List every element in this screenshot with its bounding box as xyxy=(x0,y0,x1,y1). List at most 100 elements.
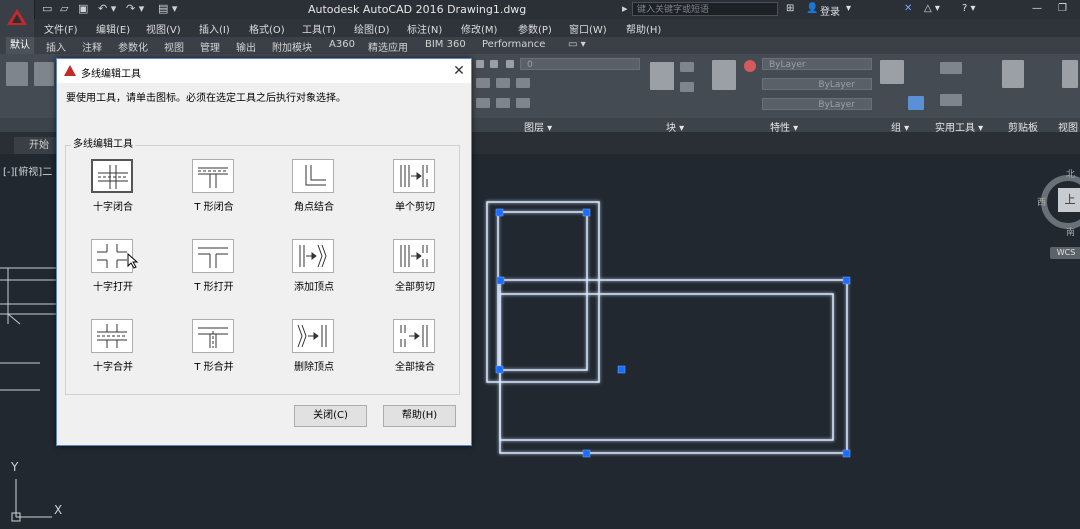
grip[interactable] xyxy=(582,449,591,458)
tool-add-vertex[interactable]: 添加顶点 xyxy=(274,239,354,299)
compass-north[interactable]: 北 xyxy=(1066,167,1075,180)
group-select-icon[interactable] xyxy=(908,96,924,110)
tool-delete-vertex[interactable]: 删除顶点 xyxy=(274,319,354,379)
multiline-outer-horizontal[interactable] xyxy=(499,279,848,454)
menu-tools[interactable]: 工具(T) xyxy=(302,21,336,36)
menu-insert[interactable]: 插入(I) xyxy=(199,21,230,36)
tab-manage[interactable]: 管理 xyxy=(200,39,220,54)
tab-annotate[interactable]: 注释 xyxy=(82,39,102,54)
delete-vertex-icon[interactable] xyxy=(292,319,334,353)
tool-corner-joint[interactable]: 角点结合 xyxy=(274,159,354,219)
view-base-icon[interactable] xyxy=(1062,60,1078,88)
compass-south[interactable]: 南 xyxy=(1066,225,1075,238)
menu-window[interactable]: 窗口(W) xyxy=(569,21,607,36)
layer-tool-icon[interactable] xyxy=(476,78,490,88)
application-menu-button[interactable] xyxy=(0,0,35,38)
tool-weld-all[interactable]: 全部接合 xyxy=(375,319,455,379)
close-button[interactable]: 关闭(C) xyxy=(294,405,367,427)
binoculars-icon[interactable]: ⊞ xyxy=(786,3,794,14)
tool-closed-cross[interactable]: 十字闭合 xyxy=(73,159,153,219)
tab-output[interactable]: 输出 xyxy=(236,39,256,54)
redo-icon[interactable]: ↷ ▾ xyxy=(126,2,144,17)
layer-tool-icon[interactable] xyxy=(516,98,530,108)
menu-draw[interactable]: 绘图(D) xyxy=(354,21,390,36)
tab-bim360[interactable]: BIM 360 xyxy=(425,39,466,50)
tool-open-cross[interactable]: 十字打开 xyxy=(73,239,153,299)
save-icon[interactable]: ▣ xyxy=(78,2,88,17)
tool-merged-tee[interactable]: T 形合并 xyxy=(174,319,254,379)
block-tool-icon[interactable] xyxy=(680,82,694,92)
grip[interactable] xyxy=(495,365,504,374)
layer-tool-icon[interactable] xyxy=(476,98,490,108)
menu-help[interactable]: 帮助(H) xyxy=(626,21,661,36)
layer-tool-icon[interactable] xyxy=(496,98,510,108)
measure-icon[interactable] xyxy=(940,62,962,74)
cut-single-icon[interactable] xyxy=(393,159,435,193)
multiline-inner-horizontal[interactable] xyxy=(499,293,834,441)
block-tool-icon[interactable] xyxy=(680,62,694,72)
menu-view[interactable]: 视图(V) xyxy=(146,21,181,36)
grip[interactable] xyxy=(842,449,851,458)
ribbon-options-icon[interactable]: ▭ ▾ xyxy=(568,39,586,50)
search-input[interactable]: 键入关键字或短语 xyxy=(632,2,778,16)
tool-cut-all[interactable]: 全部剪切 xyxy=(375,239,455,299)
menu-parametric[interactable]: 参数(P) xyxy=(518,21,552,36)
merged-cross-icon[interactable] xyxy=(91,319,133,353)
menu-edit[interactable]: 编辑(E) xyxy=(96,21,130,36)
minimize-icon[interactable]: — xyxy=(1032,3,1042,14)
insert-block-icon[interactable] xyxy=(650,62,674,90)
polyline-tool-icon[interactable] xyxy=(34,62,54,86)
open-file-icon[interactable]: ▱ xyxy=(60,2,68,17)
cut-all-icon[interactable] xyxy=(393,239,435,273)
grip[interactable] xyxy=(496,276,505,285)
tab-a360[interactable]: A360 xyxy=(329,39,355,50)
undo-icon[interactable]: ↶ ▾ xyxy=(98,2,116,17)
tab-insert[interactable]: 插入 xyxy=(46,39,66,54)
restore-icon[interactable]: ❐ xyxy=(1058,3,1067,14)
grip[interactable] xyxy=(495,208,504,217)
grip[interactable] xyxy=(582,208,591,217)
closed-tee-icon[interactable] xyxy=(192,159,234,193)
plot-icon[interactable]: ▤ ▾ xyxy=(158,2,177,17)
tool-open-tee[interactable]: T 形打开 xyxy=(174,239,254,299)
tab-performance[interactable]: Performance xyxy=(482,39,545,50)
closed-cross-icon[interactable] xyxy=(91,159,133,193)
tool-cut-single[interactable]: 单个剪切 xyxy=(375,159,455,219)
layer-tool-icon[interactable] xyxy=(496,78,510,88)
tool-closed-tee[interactable]: T 形闭合 xyxy=(174,159,254,219)
group-icon[interactable] xyxy=(880,60,904,84)
add-vertex-icon[interactable] xyxy=(292,239,334,273)
layer-tool-icon[interactable] xyxy=(516,78,530,88)
viewcube-top-face[interactable]: 上 xyxy=(1058,188,1080,212)
close-icon[interactable]: ✕ xyxy=(449,61,469,81)
tab-default[interactable]: 默认 xyxy=(6,37,34,54)
grip-points[interactable] xyxy=(495,208,851,458)
utility-icon[interactable] xyxy=(940,94,962,106)
tab-featured-apps[interactable]: 精选应用 xyxy=(368,39,408,54)
layer-dropdown[interactable]: 0 xyxy=(520,58,640,70)
multiline-objects[interactable] xyxy=(486,201,848,454)
menu-dimension[interactable]: 标注(N) xyxy=(407,21,442,36)
grip[interactable] xyxy=(617,365,626,374)
tab-parametric[interactable]: 参数化 xyxy=(118,39,148,54)
login-button[interactable]: 登录 xyxy=(820,3,840,18)
wcs-menu[interactable]: WCS xyxy=(1050,247,1080,259)
line-tool-icon[interactable] xyxy=(6,62,28,86)
menu-file[interactable]: 文件(F) xyxy=(44,21,78,36)
menu-format[interactable]: 格式(O) xyxy=(249,21,285,36)
corner-joint-icon[interactable] xyxy=(292,159,334,193)
layer-on-icon[interactable] xyxy=(476,60,484,68)
login-dropdown-icon[interactable]: ▾ xyxy=(846,3,851,14)
compass-west[interactable]: 西 xyxy=(1037,195,1046,208)
user-icon[interactable]: 👤 xyxy=(806,3,818,14)
merged-tee-icon[interactable] xyxy=(192,319,234,353)
tool-merged-cross[interactable]: 十字合并 xyxy=(73,319,153,379)
help-icon[interactable]: ? ▾ xyxy=(962,3,976,14)
match-properties-icon[interactable] xyxy=(712,60,736,90)
a360-icon[interactable]: △ ▾ xyxy=(924,3,940,14)
weld-all-icon[interactable] xyxy=(393,319,435,353)
lineweight-dropdown[interactable]: ByLayer xyxy=(762,98,872,110)
multiline-outer-vertical[interactable] xyxy=(486,201,600,383)
tab-view[interactable]: 视图 xyxy=(164,39,184,54)
tab-addins[interactable]: 附加模块 xyxy=(272,39,312,54)
